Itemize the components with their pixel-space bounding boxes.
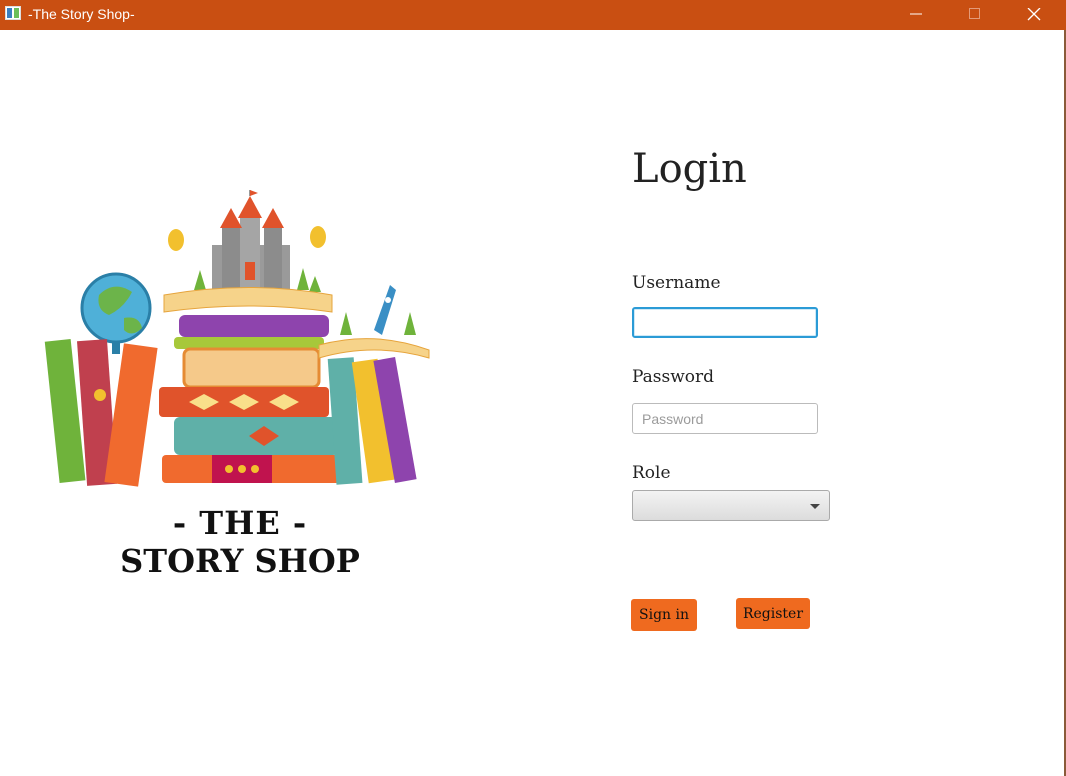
username-input[interactable] <box>632 307 818 338</box>
username-label: Username <box>632 273 721 293</box>
register-button[interactable]: Register <box>736 598 810 629</box>
window-title: -The Story Shop- <box>28 6 135 22</box>
brand-name: - THE - STORY SHOP <box>90 505 390 581</box>
password-input[interactable] <box>632 403 818 434</box>
maximize-button[interactable] <box>952 0 998 30</box>
minimize-button[interactable] <box>893 0 939 30</box>
sign-in-button[interactable]: Sign in <box>631 599 697 631</box>
close-button[interactable] <box>1011 0 1057 30</box>
brand-line-2: STORY SHOP <box>120 542 360 580</box>
close-icon <box>1027 8 1041 21</box>
title-bar: -The Story Shop- <box>0 0 1066 30</box>
story-shop-logo <box>44 190 430 487</box>
brand-line-1: - THE - <box>172 504 308 542</box>
chevron-down-icon <box>810 504 820 509</box>
maximize-icon <box>969 8 980 19</box>
app-icon <box>5 6 21 20</box>
page-title: Login <box>632 146 747 192</box>
minimize-icon <box>910 13 922 15</box>
role-label: Role <box>632 463 671 483</box>
role-select[interactable] <box>632 490 830 521</box>
password-label: Password <box>632 367 715 387</box>
castle-illustration <box>212 190 290 290</box>
